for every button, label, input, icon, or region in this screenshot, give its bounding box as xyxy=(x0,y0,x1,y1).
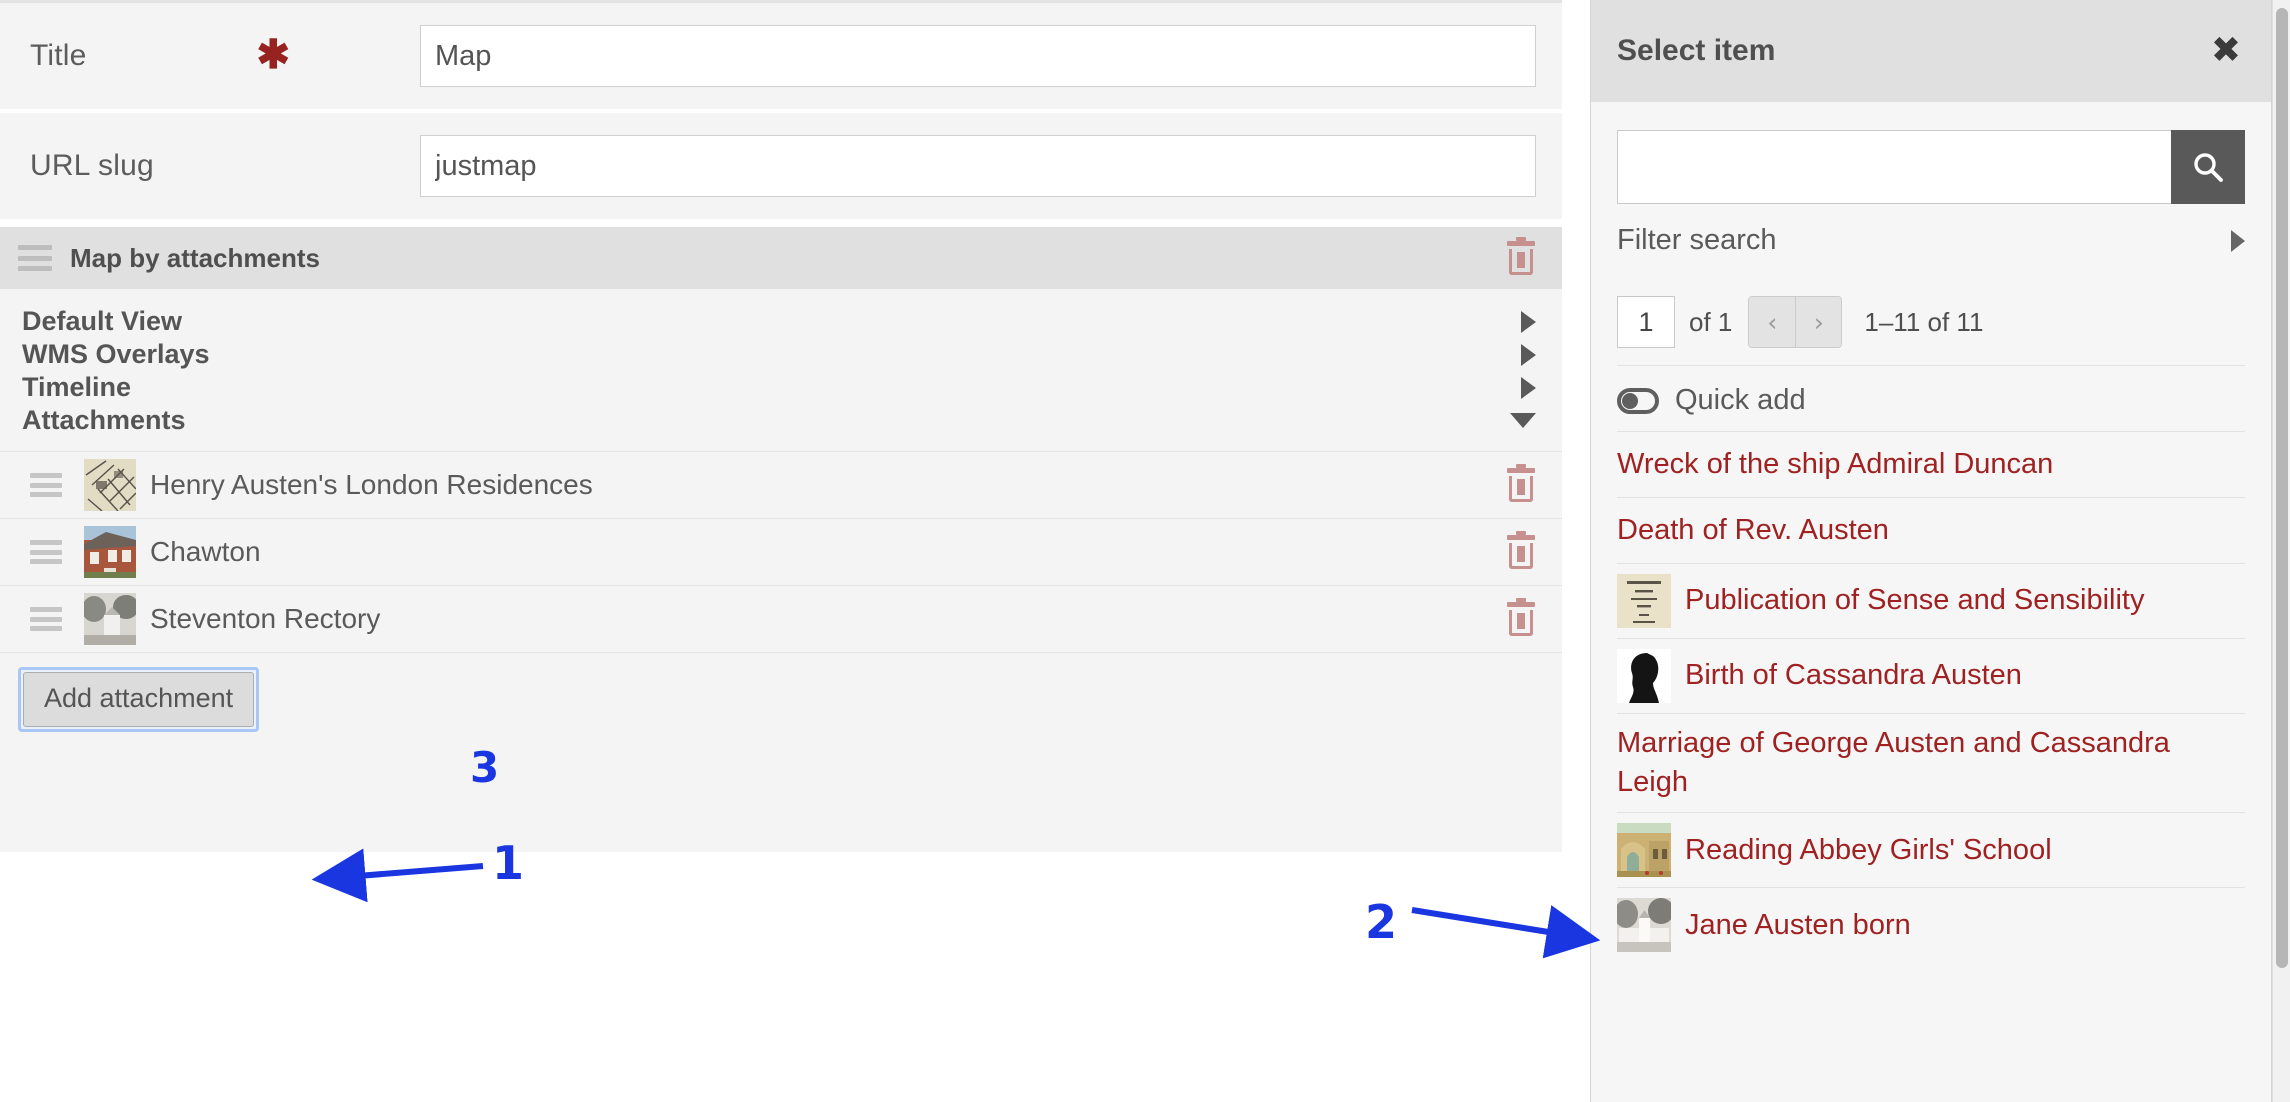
form-row-title: Title ✱ xyxy=(0,3,1562,113)
toggle-switch-icon xyxy=(1617,387,1659,414)
accordion-default-view[interactable]: Default View xyxy=(0,305,1562,338)
title-page-thumb xyxy=(1617,574,1671,628)
old-map-thumb xyxy=(84,459,136,511)
url-slug-label: URL slug xyxy=(30,149,154,182)
accordion-wms-overlays[interactable]: WMS Overlays xyxy=(0,338,1562,371)
attachment-name: Steventon Rectory xyxy=(150,603,381,634)
pagination: of 1 ‹ › 1–11 of 11 xyxy=(1617,293,2245,351)
url-slug-label-cell: URL slug xyxy=(0,129,420,203)
abbey-painting-thumb xyxy=(1617,823,1671,878)
trash-icon[interactable] xyxy=(1506,598,1536,636)
accordion-timeline[interactable]: Timeline xyxy=(0,371,1562,404)
item-edit-form: Title ✱ URL slug Map by attachments xyxy=(0,0,1562,1102)
drag-handle-icon[interactable] xyxy=(30,540,62,564)
app-root: Title ✱ URL slug Map by attachments xyxy=(0,0,2290,1102)
attachment-row: Chawton xyxy=(0,518,1562,585)
accordion-label: Default View xyxy=(22,306,183,336)
page-scrollbar[interactable] xyxy=(2272,0,2290,1102)
annotation-number-3: 3 xyxy=(470,743,500,792)
trash-icon[interactable] xyxy=(1506,464,1536,502)
attachment-name: Henry Austen's London Residences xyxy=(150,469,593,500)
result-range-label: 1–11 of 11 xyxy=(1864,306,1984,337)
result-list: Wreck of the ship Admiral Duncan Death o… xyxy=(1617,431,2245,962)
map-by-attachments-block: Map by attachments Default View WMS Over… xyxy=(0,227,1562,852)
accordion-label: Attachments xyxy=(22,405,186,435)
trash-icon[interactable] xyxy=(1506,237,1536,275)
chevron-right-icon[interactable]: › xyxy=(1795,297,1842,347)
result-link[interactable]: Death of Rev. Austen xyxy=(1617,514,1889,547)
result-link[interactable]: Publication of Sense and Sensibility xyxy=(1685,584,2144,617)
house-engraving-thumb xyxy=(1617,898,1671,953)
block-header: Map by attachments xyxy=(0,227,1562,289)
quick-add-toggle[interactable]: Quick add xyxy=(1617,365,2245,427)
filter-search-toggle[interactable]: Filter search xyxy=(1617,224,2245,263)
annotation-number-1: 1 xyxy=(492,836,525,890)
list-item[interactable]: Publication of Sense and Sensibility xyxy=(1617,563,2245,638)
title-label-cell: Title ✱ xyxy=(0,19,420,93)
chevron-right-icon[interactable] xyxy=(1521,376,1536,399)
search-button[interactable] xyxy=(2171,130,2245,204)
accordion-label: Timeline xyxy=(22,372,132,402)
add-attachment-button[interactable]: Add attachment xyxy=(23,672,255,727)
drag-handle-icon[interactable] xyxy=(30,473,62,497)
attachment-row: Steventon Rectory xyxy=(0,585,1562,652)
panel-body: Filter search of 1 ‹ › 1–11 of 11 Quick … xyxy=(1591,130,2271,962)
block-title: Map by attachments xyxy=(70,242,320,273)
brick-cottage-thumb xyxy=(84,526,136,578)
chevron-down-icon[interactable] xyxy=(1510,413,1536,428)
annotation-number-2: 2 xyxy=(1365,895,1398,949)
panel-title: Select item xyxy=(1617,34,1776,67)
chevron-right-icon[interactable] xyxy=(2231,229,2245,252)
list-item[interactable]: Birth of Cassandra Austen xyxy=(1617,638,2245,713)
drag-handle-icon[interactable] xyxy=(30,607,62,631)
result-link[interactable]: Wreck of the ship Admiral Duncan xyxy=(1617,448,2053,481)
result-link[interactable]: Reading Abbey Girls' School xyxy=(1685,834,2052,867)
chevron-right-icon[interactable] xyxy=(1521,310,1536,333)
accordion-attachments[interactable]: Attachments xyxy=(0,404,1562,437)
page-total-label: of 1 xyxy=(1689,306,1733,337)
attachment-list: Henry Austen's London Residences Chawton… xyxy=(0,451,1562,732)
attachment-row: Henry Austen's London Residences xyxy=(0,451,1562,518)
drag-handle-icon[interactable] xyxy=(18,245,52,271)
filter-search-label: Filter search xyxy=(1617,224,1777,256)
result-link[interactable]: Birth of Cassandra Austen xyxy=(1685,659,2022,692)
rectory-engraving-thumb xyxy=(84,593,136,645)
search-icon xyxy=(2194,153,2223,182)
title-label: Title xyxy=(30,39,87,72)
panel-header: Select item ✖ xyxy=(1591,0,2271,102)
add-attachment-focus-ring: Add attachment xyxy=(18,667,260,732)
list-item[interactable]: Marriage of George Austen and Cassandra … xyxy=(1617,713,2245,812)
scrollbar-thumb[interactable] xyxy=(2276,8,2288,968)
accordion-label: WMS Overlays xyxy=(22,339,210,369)
add-attachment-row: Add attachment xyxy=(0,652,1562,732)
attachment-name: Chawton xyxy=(150,536,261,567)
page-nav-group: ‹ › xyxy=(1748,296,1843,348)
close-icon[interactable]: ✖ xyxy=(2211,33,2241,69)
url-slug-input-cell xyxy=(420,129,1562,203)
form-row-url-slug: URL slug xyxy=(0,113,1562,223)
required-asterisk-icon: ✱ xyxy=(256,33,290,78)
chevron-left-icon[interactable]: ‹ xyxy=(1749,297,1796,347)
list-item[interactable]: Reading Abbey Girls' School xyxy=(1617,812,2245,887)
title-input[interactable] xyxy=(420,25,1536,87)
list-item[interactable]: Wreck of the ship Admiral Duncan xyxy=(1617,431,2245,497)
result-link[interactable]: Marriage of George Austen and Cassandra … xyxy=(1617,724,2245,802)
quick-add-label: Quick add xyxy=(1675,384,1806,416)
list-item[interactable]: Jane Austen born xyxy=(1617,887,2245,962)
chevron-right-icon[interactable] xyxy=(1521,343,1536,366)
silhouette-thumb xyxy=(1617,649,1671,703)
page-number-input[interactable] xyxy=(1617,296,1675,348)
title-input-cell xyxy=(420,19,1562,93)
url-slug-input[interactable] xyxy=(420,135,1536,197)
trash-icon[interactable] xyxy=(1506,531,1536,569)
result-link[interactable]: Jane Austen born xyxy=(1685,909,1911,942)
search-input[interactable] xyxy=(1617,130,2171,204)
select-item-panel: Select item ✖ Filter search of 1 xyxy=(1590,0,2272,1102)
search-bar xyxy=(1617,130,2245,204)
list-item[interactable]: Death of Rev. Austen xyxy=(1617,497,2245,563)
